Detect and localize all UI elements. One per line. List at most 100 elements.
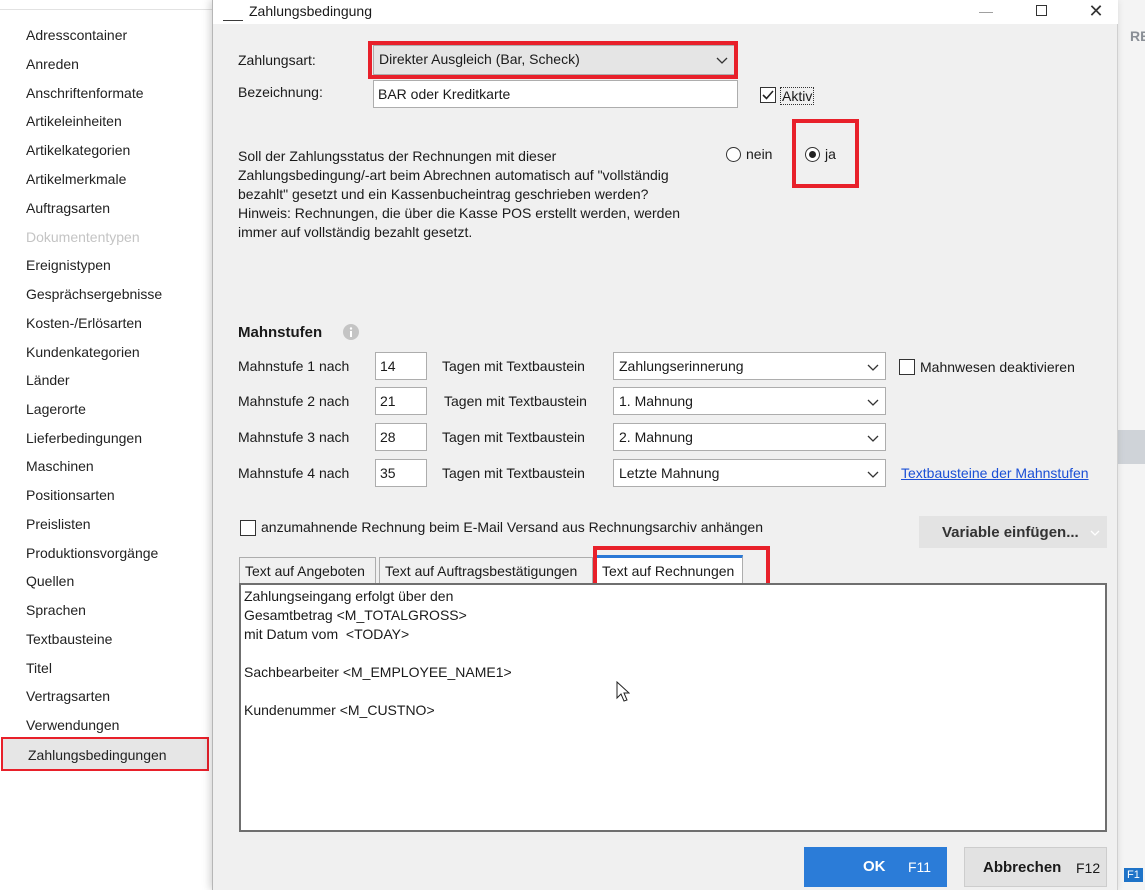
- mahnstufe-1-template: Zahlungserinnerung: [619, 358, 744, 374]
- mahnstufe-3-days-input[interactable]: 28: [375, 423, 427, 451]
- dialog-titlebar[interactable]: Zahlungsbedingung — ✕: [213, 0, 1118, 24]
- attach-invoice-checkbox[interactable]: [240, 520, 256, 536]
- maximize-icon: [1035, 5, 1047, 16]
- sidebar-item-laender[interactable]: Länder: [26, 369, 70, 391]
- close-button[interactable]: ✕: [1073, 0, 1119, 24]
- mahnstufe-4-days-label: Tagen mit Textbaustein: [442, 465, 585, 481]
- chevron-down-icon: [867, 364, 879, 371]
- radio-ja-label[interactable]: ja: [825, 146, 836, 162]
- radio-nein[interactable]: [726, 147, 741, 162]
- question-line-2: Zahlungsbedingung/-art beim Abrechnen au…: [238, 167, 669, 183]
- sidebar-item-vertragsarten[interactable]: Vertragsarten: [26, 685, 110, 707]
- minimize-button[interactable]: —: [963, 0, 1009, 24]
- cancel-label: Abbrechen: [983, 859, 1062, 876]
- mahnstufe-3-days: 28: [380, 429, 396, 445]
- radio-ja[interactable]: [805, 147, 820, 162]
- sidebar-item-auftragsarten[interactable]: Auftragsarten: [26, 197, 110, 219]
- mahnstufe-2-template-select[interactable]: 1. Mahnung: [613, 387, 886, 415]
- mahnstufe-2-days-input[interactable]: 21: [375, 387, 427, 415]
- zahlungsart-select[interactable]: Direkter Ausgleich (Bar, Scheck): [373, 45, 735, 75]
- attach-invoice-label[interactable]: anzumahnende Rechnung beim E-Mail Versan…: [261, 519, 763, 535]
- ok-label: OK: [863, 858, 886, 875]
- sidebar-item-maschinen[interactable]: Maschinen: [26, 455, 94, 477]
- maximize-button[interactable]: [1018, 0, 1064, 24]
- info-icon[interactable]: [343, 324, 359, 340]
- question-line-5: immer auf vollständig bezahlt gesetzt.: [238, 224, 473, 240]
- chevron-down-icon: [867, 471, 879, 478]
- sidebar-item-quellen[interactable]: Quellen: [26, 570, 74, 592]
- sidebar-item-anschriftenformate[interactable]: Anschriftenformate: [26, 82, 144, 104]
- mahnstufe-2-template: 1. Mahnung: [619, 393, 693, 409]
- chevron-down-icon: [867, 399, 879, 406]
- background-list-edge: RE F1: [1116, 0, 1145, 890]
- sidebar-item-lieferbedingungen[interactable]: Lieferbedingungen: [26, 427, 142, 449]
- mahnwesen-deaktivieren-checkbox[interactable]: [899, 359, 915, 375]
- sidebar-item-verwendungen[interactable]: Verwendungen: [26, 714, 119, 736]
- mahnstufe-4-days: 35: [380, 465, 396, 481]
- cancel-shortcut: F12: [1076, 860, 1101, 876]
- mahnstufe-2-label: Mahnstufe 2 nach: [238, 393, 350, 409]
- sidebar-item-ereignistypen[interactable]: Ereignistypen: [26, 254, 111, 276]
- variable-einfuegen-button[interactable]: Variable einfügen...: [919, 516, 1107, 548]
- textbausteine-mahnstufen-link[interactable]: Textbausteine der Mahnstufen: [901, 465, 1089, 481]
- sidebar-item-lagerorte[interactable]: Lagerorte: [26, 398, 86, 420]
- mahnstufe-1-days-label: Tagen mit Textbaustein: [442, 358, 585, 374]
- bezeichnung-input[interactable]: BAR oder Kreditkarte: [373, 80, 738, 108]
- sidebar-item-kosten-erloesarten[interactable]: Kosten-/Erlösarten: [26, 312, 142, 334]
- radio-nein-label[interactable]: nein: [746, 146, 772, 162]
- window-icon: [223, 4, 243, 21]
- cancel-button[interactable]: Abbrechen F12: [964, 847, 1107, 887]
- sidebar-item-preislisten[interactable]: Preislisten: [26, 513, 91, 535]
- sidebar-item-anreden[interactable]: Anreden: [26, 53, 79, 75]
- tab-text-auf-angeboten[interactable]: Text auf Angeboten: [239, 557, 376, 583]
- sidebar-item-titel[interactable]: Titel: [26, 657, 52, 679]
- sidebar-item-artikelkategorien[interactable]: Artikelkategorien: [26, 139, 130, 161]
- invoice-text-editor[interactable]: Zahlungseingang erfolgt über den Gesamtb…: [239, 583, 1107, 832]
- editor-line-7: Kundenummer <M_CUSTNO>: [244, 702, 435, 718]
- sidebar-item-adresscontainer[interactable]: Adresscontainer: [26, 24, 127, 46]
- aktiv-label[interactable]: Aktiv: [780, 87, 815, 105]
- ok-shortcut: F11: [908, 859, 932, 875]
- tab-text-auf-rechnungen[interactable]: Text auf Rechnungen: [596, 555, 743, 584]
- editor-line-2: Gesamtbetrag <M_TOTALGROSS>: [244, 607, 467, 623]
- tab-text-auf-auftragsbestaetigungen[interactable]: Text auf Auftragsbestätigungen: [379, 557, 593, 583]
- question-line-4: Hinweis: Rechnungen, die über die Kasse …: [238, 205, 681, 221]
- dropdown-arrow-icon: [1090, 530, 1100, 536]
- sidebar-item-sprachen[interactable]: Sprachen: [26, 599, 86, 621]
- sidebar-item-kundenkategorien[interactable]: Kundenkategorien: [26, 341, 140, 363]
- zahlungsbedingung-dialog: Zahlungsbedingung — ✕ Zahlungsart: Direk…: [212, 0, 1118, 890]
- mahnstufe-1-template-select[interactable]: Zahlungserinnerung: [613, 352, 886, 380]
- sidebar-item-produktionsvorgaenge[interactable]: Produktionsvorgänge: [26, 542, 158, 564]
- mahnwesen-deaktivieren-label[interactable]: Mahnwesen deaktivieren: [920, 359, 1075, 375]
- mahnstufe-1-days: 14: [380, 358, 396, 374]
- mahnstufe-4-template-select[interactable]: Letzte Mahnung: [613, 459, 886, 487]
- settings-sidebar: Adresscontainer Anreden Anschriftenforma…: [0, 0, 212, 890]
- zahlungsart-label: Zahlungsart:: [238, 52, 316, 68]
- question-line-3: bezahlt" gesetzt und ein Kassenbucheintr…: [238, 186, 649, 202]
- sidebar-item-gespraechsergebnisse[interactable]: Gesprächsergebnisse: [26, 283, 162, 305]
- sidebar-item-artikeleinheiten[interactable]: Artikeleinheiten: [26, 110, 122, 132]
- mahnstufe-3-days-label: Tagen mit Textbaustein: [442, 429, 585, 445]
- mahnstufe-4-days-input[interactable]: 35: [375, 459, 427, 487]
- sidebar-item-zahlungsbedingungen[interactable]: Zahlungsbedingungen: [1, 737, 209, 771]
- mahnstufe-1-days-input[interactable]: 14: [375, 352, 427, 380]
- chevron-down-icon: [716, 57, 728, 64]
- mouse-cursor-icon: [616, 681, 630, 702]
- radio-selected-dot: [809, 151, 816, 158]
- aktiv-checkbox[interactable]: [760, 87, 776, 103]
- dialog-title: Zahlungsbedingung: [249, 3, 372, 19]
- mahnstufe-3-template-select[interactable]: 2. Mahnung: [613, 423, 886, 451]
- background-key-fragment: F1: [1124, 868, 1143, 882]
- sidebar-item-textbausteine[interactable]: Textbausteine: [26, 628, 112, 650]
- sidebar-item-dokumententypen: Dokumententypen: [26, 229, 140, 245]
- mahnstufe-4-label: Mahnstufe 4 nach: [238, 465, 350, 481]
- editor-line-1: Zahlungseingang erfolgt über den: [244, 588, 454, 604]
- sidebar-item-artikelmerkmale[interactable]: Artikelmerkmale: [26, 168, 126, 190]
- editor-line-3: mit Datum vom <TODAY>: [244, 626, 410, 642]
- sidebar-divider: [0, 9, 212, 10]
- ok-button[interactable]: OK F11: [804, 847, 947, 887]
- sidebar-item-positionsarten[interactable]: Positionsarten: [26, 484, 115, 506]
- bezeichnung-label: Bezeichnung:: [238, 84, 323, 100]
- background-column-fragment: RE: [1130, 28, 1145, 44]
- mahnstufen-heading: Mahnstufen: [238, 324, 323, 341]
